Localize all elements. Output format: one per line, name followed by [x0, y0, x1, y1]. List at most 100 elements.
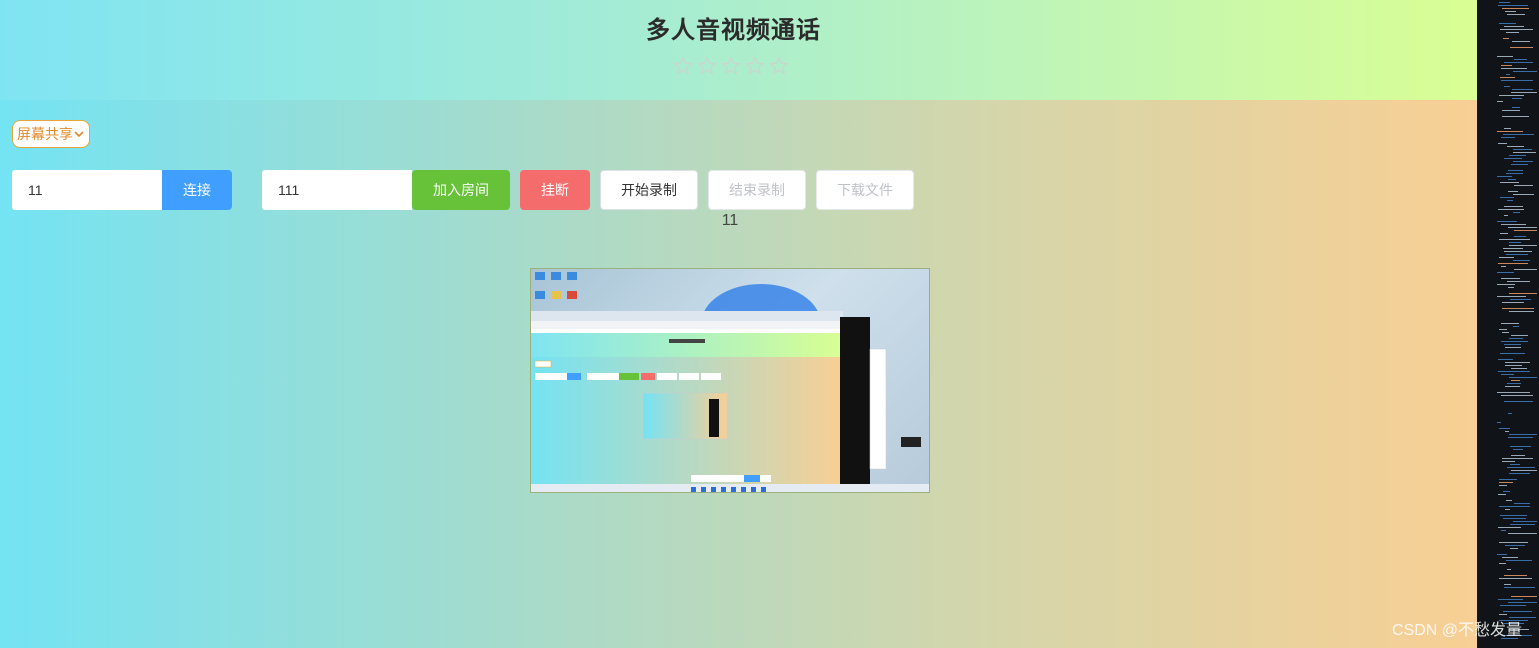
code-line	[1500, 182, 1519, 183]
code-line	[1511, 596, 1537, 597]
code-line	[1500, 233, 1508, 234]
code-line	[1511, 470, 1537, 471]
code-line	[1509, 245, 1537, 246]
rating-stars[interactable]	[672, 55, 790, 77]
code-line	[1501, 395, 1533, 396]
star-outline-icon[interactable]	[696, 55, 718, 77]
code-line	[1513, 521, 1537, 522]
code-line	[1508, 191, 1518, 192]
code-line	[1499, 482, 1513, 483]
page-title: 多人音视频通话	[646, 17, 821, 44]
code-line	[1501, 323, 1519, 324]
code-line	[1509, 473, 1530, 474]
code-line	[1510, 299, 1531, 300]
watermark-text: CSDN @不愁发量	[1391, 622, 1522, 639]
source-select[interactable]: 屏幕共享	[12, 120, 90, 148]
code-line	[1499, 614, 1507, 615]
code-line	[1499, 428, 1510, 429]
code-line	[1497, 56, 1513, 57]
code-line	[1505, 347, 1521, 348]
code-line	[1514, 236, 1526, 237]
code-line	[1499, 329, 1507, 330]
code-line	[1504, 158, 1522, 159]
code-line	[1505, 545, 1525, 546]
code-line	[1504, 128, 1511, 129]
code-line	[1502, 308, 1534, 309]
code-line	[1507, 383, 1521, 384]
code-line	[1514, 503, 1530, 504]
code-line	[1502, 116, 1529, 117]
download-file-button[interactable]: 下载文件	[816, 170, 914, 210]
code-line	[1497, 221, 1517, 222]
code-line	[1499, 563, 1506, 564]
code-line	[1513, 194, 1534, 195]
code-line	[1498, 5, 1528, 6]
code-line	[1506, 254, 1528, 255]
source-select-value: 屏幕共享	[17, 126, 73, 142]
code-line	[1513, 71, 1537, 72]
user-id-input[interactable]: 11	[12, 170, 162, 210]
stop-recording-button[interactable]: 结束录制	[708, 170, 806, 210]
code-line	[1505, 386, 1520, 387]
join-room-button[interactable]: 加入房间	[412, 170, 510, 210]
code-line	[1507, 200, 1513, 201]
code-line	[1513, 449, 1523, 450]
code-line	[1508, 437, 1533, 438]
code-line	[1503, 248, 1523, 249]
code-line	[1499, 542, 1528, 543]
code-line	[1513, 326, 1519, 327]
code-line	[1514, 230, 1537, 231]
code-line	[1502, 557, 1518, 558]
app-window: 多人音视频通话 屏幕共享 11 连接 111 加入房间 挂断 开始录制 结束录制…	[0, 0, 1477, 648]
code-line	[1499, 257, 1514, 258]
code-line	[1499, 95, 1524, 96]
code-line	[1499, 23, 1516, 24]
code-line	[1508, 533, 1537, 534]
hangup-button[interactable]: 挂断	[520, 170, 590, 210]
code-line	[1508, 287, 1514, 288]
code-line	[1510, 524, 1535, 525]
code-line	[1499, 479, 1517, 480]
code-line	[1501, 266, 1506, 267]
room-id-input[interactable]: 111	[262, 170, 412, 210]
star-outline-icon[interactable]	[744, 55, 766, 77]
code-line	[1500, 353, 1525, 354]
code-line	[1507, 281, 1530, 282]
code-line	[1498, 494, 1506, 495]
code-line	[1500, 197, 1514, 198]
code-line	[1505, 509, 1510, 510]
code-line	[1504, 26, 1524, 27]
code-line	[1511, 92, 1537, 93]
code-line	[1501, 137, 1515, 138]
code-line	[1514, 59, 1527, 60]
code-line	[1498, 527, 1521, 528]
code-line	[1499, 239, 1530, 240]
star-outline-icon[interactable]	[768, 55, 790, 77]
code-line	[1498, 143, 1507, 144]
code-line	[1512, 107, 1520, 108]
code-line	[1507, 569, 1511, 570]
code-line	[1509, 377, 1537, 378]
code-line	[1501, 80, 1533, 81]
code-line	[1502, 8, 1529, 9]
connect-button[interactable]: 连接	[162, 170, 232, 210]
star-outline-icon[interactable]	[672, 55, 694, 77]
code-line	[1501, 68, 1527, 69]
code-line	[1497, 284, 1515, 285]
code-line	[1503, 491, 1510, 492]
code-line	[1510, 446, 1531, 447]
code-line	[1510, 548, 1518, 549]
code-line	[1508, 170, 1523, 171]
star-outline-icon[interactable]	[720, 55, 742, 77]
start-recording-button[interactable]: 开始录制	[600, 170, 698, 210]
code-line	[1503, 518, 1526, 519]
code-line	[1511, 455, 1525, 456]
devtools-code-minimap	[1477, 0, 1539, 648]
code-line	[1502, 461, 1515, 462]
code-line	[1499, 485, 1507, 486]
code-line	[1510, 47, 1533, 48]
code-line	[1512, 98, 1522, 99]
code-line	[1501, 278, 1520, 279]
code-line	[1506, 32, 1519, 33]
code-line	[1501, 374, 1514, 375]
